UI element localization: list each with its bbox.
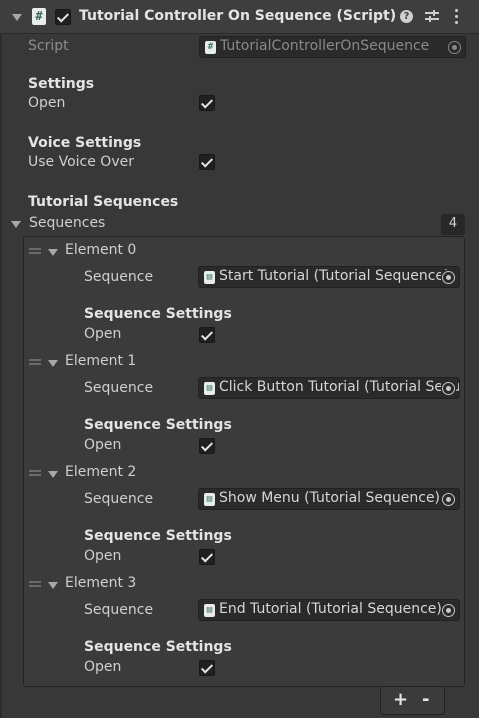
element-0-sequence-label: Sequence [84, 269, 154, 285]
object-picker-icon[interactable] [441, 492, 456, 507]
element-3-sequence-field[interactable]: ▤ End Tutorial (Tutorial Sequence) [198, 599, 460, 621]
element-0-settings-heading: Sequence Settings [84, 306, 232, 322]
element-2-settings-heading: Sequence Settings [84, 528, 232, 544]
asset-icon: ▤ [204, 382, 215, 395]
settings-heading: Settings [28, 76, 95, 92]
settings-open-checkbox[interactable] [199, 95, 215, 111]
element-foldout-icon[interactable] [48, 360, 58, 367]
object-picker-icon[interactable] [441, 270, 456, 285]
help-icon[interactable]: ? [400, 10, 413, 23]
sequences-list-label[interactable]: Sequences [29, 215, 105, 231]
sequences-count-field[interactable]: 4 [441, 214, 465, 235]
tutorial-sequences-heading: Tutorial Sequences [28, 194, 179, 210]
list-footer: + - [380, 687, 445, 715]
element-1-sequence-field[interactable]: ▤ Click Button Tutorial (Tutorial Sequen… [198, 377, 460, 399]
component-title: Tutorial Controller On Sequence (Script) [79, 8, 397, 24]
component-enabled-checkbox[interactable] [55, 9, 71, 25]
element-3-sequence-value: End Tutorial (Tutorial Sequence) [219, 601, 442, 617]
script-object-field[interactable]: # TutorialControllerOnSequence [199, 36, 466, 58]
element-1-label[interactable]: Element 1 [65, 353, 136, 369]
drag-handle-icon[interactable] [29, 248, 41, 254]
element-foldout-icon[interactable] [48, 249, 58, 256]
script-field-value: TutorialControllerOnSequence [220, 38, 430, 54]
object-picker-icon[interactable] [441, 603, 456, 618]
asset-icon: ▤ [204, 271, 215, 284]
element-0-sequence-value: Start Tutorial (Tutorial Sequence) [219, 268, 450, 284]
drag-handle-icon[interactable] [29, 359, 41, 365]
script-file-icon: # [205, 41, 216, 54]
script-label: Script [28, 38, 69, 54]
element-1-sequence-label: Sequence [84, 380, 154, 396]
add-element-button[interactable]: + [393, 690, 408, 710]
script-icon: # [32, 8, 46, 25]
object-picker-icon[interactable] [447, 40, 462, 55]
element-0-label[interactable]: Element 0 [65, 242, 136, 258]
drag-handle-icon[interactable] [29, 470, 41, 476]
kebab-menu-icon[interactable] [455, 9, 458, 24]
remove-element-button[interactable]: - [422, 690, 429, 710]
foldout-triangle-icon[interactable] [12, 14, 22, 21]
element-foldout-icon[interactable] [48, 471, 58, 478]
element-0-sequence-field[interactable]: ▤ Start Tutorial (Tutorial Sequence) [198, 266, 460, 288]
element-2-label[interactable]: Element 2 [65, 464, 136, 480]
asset-icon: ▤ [204, 493, 215, 506]
use-voice-over-label: Use Voice Over [28, 154, 134, 170]
element-1-sequence-value: Click Button Tutorial (Tutorial Sequence… [219, 379, 459, 395]
element-3-sequence-label: Sequence [84, 602, 154, 618]
element-2-sequence-label: Sequence [84, 491, 154, 507]
element-1-settings-heading: Sequence Settings [84, 417, 232, 433]
sequences-foldout-icon[interactable] [11, 221, 21, 228]
element-0-open-label: Open [84, 326, 122, 342]
inspector-left-edge [0, 34, 2, 718]
voice-settings-heading: Voice Settings [28, 135, 142, 151]
drag-handle-icon[interactable] [29, 581, 41, 587]
element-2-sequence-value: Show Menu (Tutorial Sequence) [219, 490, 441, 506]
element-3-settings-heading: Sequence Settings [84, 639, 232, 655]
object-picker-icon[interactable] [441, 381, 456, 396]
element-3-label[interactable]: Element 3 [65, 575, 136, 591]
element-2-sequence-field[interactable]: ▤ Show Menu (Tutorial Sequence) [198, 488, 460, 510]
component-header[interactable]: # Tutorial Controller On Sequence (Scrip… [0, 0, 479, 34]
element-foldout-icon[interactable] [48, 582, 58, 589]
asset-icon: ▤ [204, 604, 215, 617]
preset-icon[interactable] [425, 9, 439, 23]
element-2-open-label: Open [84, 548, 122, 564]
element-0-open-checkbox[interactable] [199, 327, 215, 343]
element-1-open-label: Open [84, 437, 122, 453]
element-3-open-checkbox[interactable] [199, 660, 215, 676]
settings-open-label: Open [28, 95, 66, 111]
element-1-open-checkbox[interactable] [199, 438, 215, 454]
use-voice-over-checkbox[interactable] [199, 154, 215, 170]
element-2-open-checkbox[interactable] [199, 549, 215, 565]
element-3-open-label: Open [84, 659, 122, 675]
